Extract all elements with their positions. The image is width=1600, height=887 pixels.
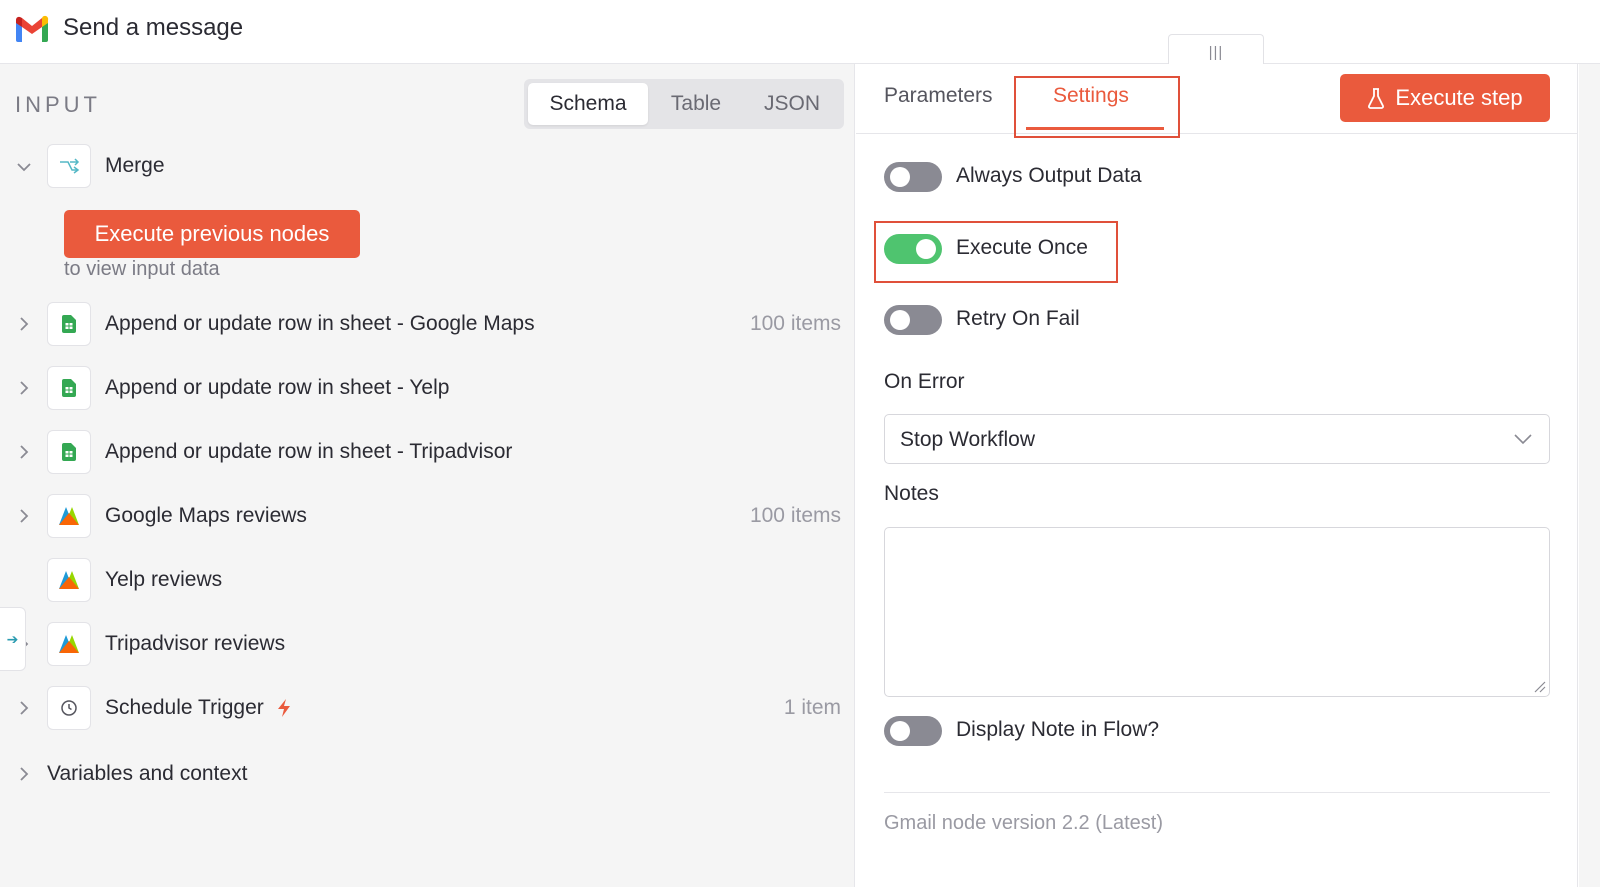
view-option-schema[interactable]: Schema bbox=[528, 83, 648, 125]
gmail-icon bbox=[15, 15, 49, 42]
settings-tab-highlight bbox=[1014, 76, 1180, 138]
chevron-right-icon[interactable] bbox=[17, 698, 31, 718]
tab-parameters[interactable]: Parameters bbox=[884, 84, 993, 108]
always-output-data-toggle[interactable] bbox=[884, 162, 942, 192]
collapse-arrow-icon[interactable]: ➔ bbox=[0, 607, 26, 671]
variables-label: Variables and context bbox=[47, 762, 248, 785]
chevron-right-icon[interactable] bbox=[17, 378, 31, 398]
chevron-right-icon[interactable] bbox=[17, 442, 31, 462]
view-option-json[interactable]: JSON bbox=[744, 83, 840, 125]
on-error-label: On Error bbox=[884, 370, 965, 393]
node-label: Merge bbox=[105, 154, 165, 177]
toggle-label: Display Note in Flow? bbox=[956, 718, 1160, 741]
node-title: Send a message bbox=[63, 14, 244, 41]
lightning-icon bbox=[277, 699, 290, 717]
notes-textarea[interactable] bbox=[884, 527, 1550, 697]
clock-icon bbox=[47, 686, 91, 730]
input-panel-label: INPUT bbox=[15, 92, 101, 117]
item-count: 1 item bbox=[783, 696, 841, 719]
on-error-value: Stop Workflow bbox=[900, 428, 1035, 451]
input-node-yelp-reviews[interactable]: Yelp reviews bbox=[0, 556, 855, 604]
input-node-sheet-google-maps[interactable]: Append or update row in sheet - Google M… bbox=[0, 300, 855, 348]
trigger-label: Schedule Trigger bbox=[105, 696, 264, 719]
panel-tabs: Parameters Settings Execute step bbox=[856, 64, 1578, 138]
node-label: Yelp reviews bbox=[105, 568, 223, 591]
input-panel: INPUT Schema Table JSON Merge Execute pr… bbox=[0, 64, 855, 887]
node-label: Google Maps reviews bbox=[105, 504, 307, 527]
node-label: Append or update row in sheet - Yelp bbox=[105, 376, 450, 399]
node-label: Append or update row in sheet - Google M… bbox=[105, 312, 535, 335]
item-count: 100 items bbox=[749, 504, 841, 527]
flask-icon bbox=[1368, 88, 1385, 109]
chevron-down-icon bbox=[1514, 434, 1532, 445]
input-node-merge[interactable]: Merge bbox=[0, 142, 855, 190]
execute-step-label: Execute step bbox=[1395, 85, 1523, 110]
chevron-right-icon[interactable] bbox=[17, 764, 31, 784]
notes-label: Notes bbox=[884, 482, 939, 505]
toggle-label: Execute Once bbox=[956, 236, 1088, 259]
chevron-right-icon[interactable] bbox=[17, 506, 31, 526]
input-node-sheet-tripadvisor[interactable]: Append or update row in sheet - Tripadvi… bbox=[0, 428, 855, 476]
sheets-icon bbox=[47, 302, 91, 346]
merge-icon bbox=[47, 144, 91, 188]
apify-icon bbox=[47, 558, 91, 602]
input-node-google-maps-reviews[interactable]: Google Maps reviews 100 items bbox=[0, 492, 855, 540]
settings-panel: Parameters Settings Execute step Always … bbox=[856, 64, 1578, 887]
toggle-label: Always Output Data bbox=[956, 164, 1142, 187]
view-mode-switch: Schema Table JSON bbox=[524, 79, 844, 129]
node-label: Schedule Trigger bbox=[105, 696, 292, 720]
canvas-edge bbox=[1579, 64, 1600, 887]
execute-step-button[interactable]: Execute step bbox=[1340, 74, 1550, 122]
chevron-down-icon[interactable] bbox=[17, 158, 31, 178]
execute-hint-text: to view input data bbox=[64, 258, 220, 280]
input-node-sheet-yelp[interactable]: Append or update row in sheet - Yelp bbox=[0, 364, 855, 412]
execute-once-toggle[interactable] bbox=[884, 234, 942, 264]
node-label: Tripadvisor reviews bbox=[105, 632, 286, 655]
sheets-icon bbox=[47, 430, 91, 474]
view-option-table[interactable]: Table bbox=[648, 83, 744, 125]
item-count: 100 items bbox=[749, 312, 841, 335]
chevron-right-icon[interactable] bbox=[17, 314, 31, 334]
variables-and-context[interactable]: Variables and context bbox=[0, 750, 855, 798]
display-note-toggle[interactable] bbox=[884, 716, 942, 746]
retry-on-fail-toggle[interactable] bbox=[884, 305, 942, 335]
resize-handle-icon[interactable] bbox=[1532, 679, 1546, 693]
toggle-label: Retry On Fail bbox=[956, 307, 1080, 330]
apify-icon bbox=[47, 622, 91, 666]
node-label: Append or update row in sheet - Tripadvi… bbox=[105, 440, 513, 463]
panel-resize-handle[interactable]: ||| bbox=[1168, 34, 1264, 64]
on-error-select[interactable]: Stop Workflow bbox=[884, 414, 1550, 464]
input-node-schedule-trigger[interactable]: Schedule Trigger 1 item bbox=[0, 684, 855, 732]
apify-icon bbox=[47, 494, 91, 538]
node-version-text: Gmail node version 2.2 (Latest) bbox=[884, 812, 1164, 834]
divider bbox=[884, 792, 1550, 793]
input-node-tripadvisor-reviews[interactable]: Tripadvisor reviews bbox=[0, 620, 855, 668]
node-header: Send a message ||| bbox=[0, 0, 1600, 64]
sheets-icon bbox=[47, 366, 91, 410]
execute-previous-nodes-button[interactable]: Execute previous nodes bbox=[64, 210, 360, 258]
